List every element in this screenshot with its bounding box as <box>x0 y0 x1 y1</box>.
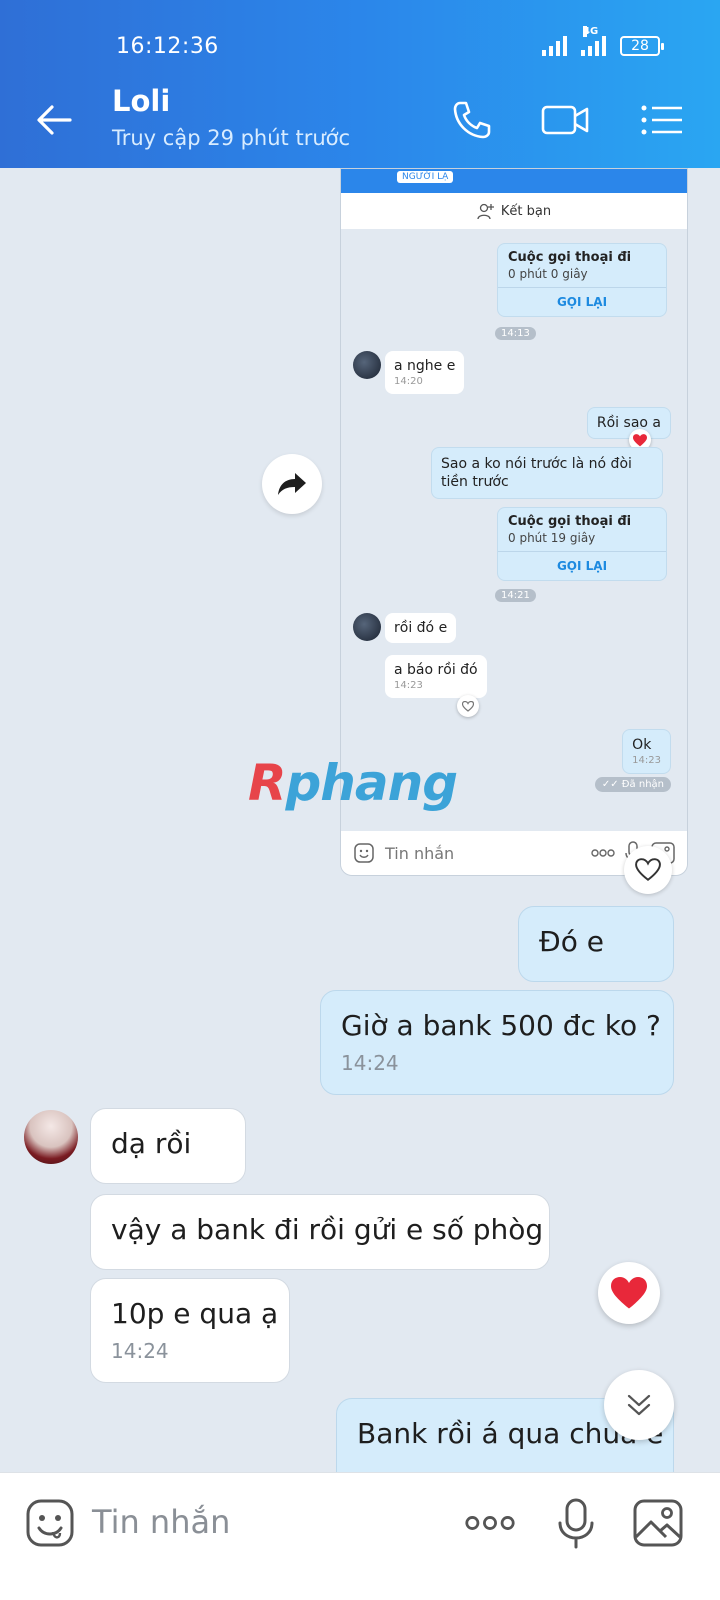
screenshot-call-card: Cuộc gọi thoại đi 0 phút 0 giây GỌI LẠI <box>497 243 667 317</box>
message-text: Sao a ko nói trước là nó đòi tiền trước <box>441 456 632 491</box>
message-text: Ok <box>632 737 652 753</box>
heart-filled-icon <box>611 1276 647 1308</box>
watermark-letter: R <box>248 754 287 812</box>
screenshot-message: a nghe e 14:20 <box>385 351 465 394</box>
message-time: 14:23 <box>632 755 661 766</box>
message-time: 14:23 <box>394 680 423 691</box>
screenshot-add-friend: Kết bạn <box>341 193 687 229</box>
message-time: 14:20 <box>394 376 423 387</box>
like-button[interactable] <box>624 846 672 894</box>
message-text: a nghe e <box>394 358 456 374</box>
contact-name[interactable]: Loli <box>112 84 170 118</box>
video-call-icon[interactable] <box>540 94 592 146</box>
call-back-label: GỌI LẠI <box>498 551 666 580</box>
menu-list-icon[interactable] <box>636 94 688 146</box>
double-chevron-down-icon <box>627 1394 651 1416</box>
back-arrow-icon[interactable] <box>30 96 78 144</box>
message-bubble-sent[interactable]: Đó e <box>518 906 674 982</box>
screenshot-avatar <box>353 351 381 379</box>
message-text: Rồi sao a <box>596 415 661 431</box>
network-4g-icon: 4G <box>581 26 606 56</box>
check-icon: ✓✓ <box>601 779 622 790</box>
contact-avatar[interactable] <box>24 1110 78 1164</box>
stranger-badge: NGƯỜI LẠ <box>397 171 454 183</box>
screenshot-message: a báo rồi đó 14:23 <box>385 655 487 698</box>
add-friend-icon <box>477 203 494 220</box>
scroll-to-bottom-button[interactable] <box>604 1370 674 1440</box>
message-text: a báo rồi đó <box>394 662 478 678</box>
message-input[interactable]: Tin nhắn <box>92 1503 230 1541</box>
watermark-logo: Rphang <box>248 754 459 812</box>
message-bubble-received[interactable]: 10p e qua ạ 14:24 <box>90 1278 290 1383</box>
battery-icon: 28 <box>620 36 664 56</box>
sticker-icon <box>354 843 374 863</box>
message-text: rồi đó e <box>394 620 448 636</box>
screenshot-time-label: 14:21 <box>495 589 536 602</box>
screenshot-received-status: ✓✓ Đã nhận <box>594 777 671 792</box>
image-gallery-icon[interactable] <box>632 1497 684 1549</box>
call-duration: 0 phút 0 giây <box>508 267 588 281</box>
message-bubble-received[interactable]: vậy a bank đi rồi gửi e số phòg <box>90 1194 550 1270</box>
signal-icon <box>542 36 567 56</box>
status-icons: 4G 28 <box>542 26 664 56</box>
more-icon <box>591 849 615 857</box>
microphone-icon[interactable] <box>550 1497 602 1549</box>
call-back-label: GỌI LẠI <box>498 287 666 316</box>
more-options-icon[interactable] <box>464 1497 516 1549</box>
add-friend-label: Kết bạn <box>500 203 552 219</box>
message-time: 14:24 <box>341 1050 399 1075</box>
status-text: Đã nhận <box>621 779 664 790</box>
screenshot-input-placeholder: Tin nhắn <box>385 843 455 863</box>
message-composer: Tin nhắn <box>0 1472 720 1600</box>
screenshot-call-card: Cuộc gọi thoại đi 0 phút 19 giây GỌI LẠI <box>497 507 667 581</box>
status-time: 16:12:36 <box>116 34 219 59</box>
message-text: dạ rồi <box>111 1127 192 1160</box>
status-bar: 16:12:36 4G 28 <box>0 0 720 72</box>
screenshot-message: Ok 14:23 <box>622 729 671 774</box>
message-bubble-sent[interactable]: Giờ a bank 500 đc ko ? 14:24 <box>320 990 674 1095</box>
chat-area[interactable]: NGƯỜI LẠ Kết bạn Cuộc gọi thoại đi 0 phú… <box>0 168 720 1500</box>
message-time: 14:24 <box>111 1338 169 1363</box>
screenshot-header: NGƯỜI LẠ <box>341 169 687 193</box>
message-text: 10p e qua ạ <box>111 1297 279 1330</box>
share-forward-button[interactable] <box>262 454 322 514</box>
message-text: Đó e <box>539 925 604 958</box>
network-type: 4G <box>583 26 599 37</box>
last-seen-status: Truy cập 29 phút trước <box>112 126 351 150</box>
screenshot-message: rồi đó e <box>385 613 457 643</box>
call-title: Cuộc gọi thoại đi <box>508 250 632 265</box>
watermark-text: phang <box>285 754 459 812</box>
screenshot-time-label: 14:13 <box>495 327 536 340</box>
screenshot-message: Sao a ko nói trước là nó đòi tiền trước <box>431 447 663 500</box>
sticker-icon[interactable] <box>24 1497 76 1549</box>
message-bubble-received[interactable]: dạ rồi <box>90 1108 246 1184</box>
heart-outline-icon <box>635 858 661 881</box>
chat-header: Loli Truy cập 29 phút trước <box>0 72 720 168</box>
screenshot-message: Rồi sao a <box>586 407 671 439</box>
share-arrow-icon <box>278 473 306 495</box>
phone-call-icon[interactable] <box>446 94 498 146</box>
message-text: Giờ a bank 500 đc ko ? <box>341 1009 661 1042</box>
call-duration: 0 phút 19 giây <box>508 531 596 545</box>
battery-level: 28 <box>631 38 649 54</box>
heart-reaction-button[interactable] <box>598 1262 660 1324</box>
message-text: vậy a bank đi rồi gửi e số phòg <box>111 1213 544 1246</box>
heart-outline-icon <box>457 695 479 717</box>
screenshot-avatar <box>353 613 381 641</box>
call-title: Cuộc gọi thoại đi <box>508 514 632 529</box>
